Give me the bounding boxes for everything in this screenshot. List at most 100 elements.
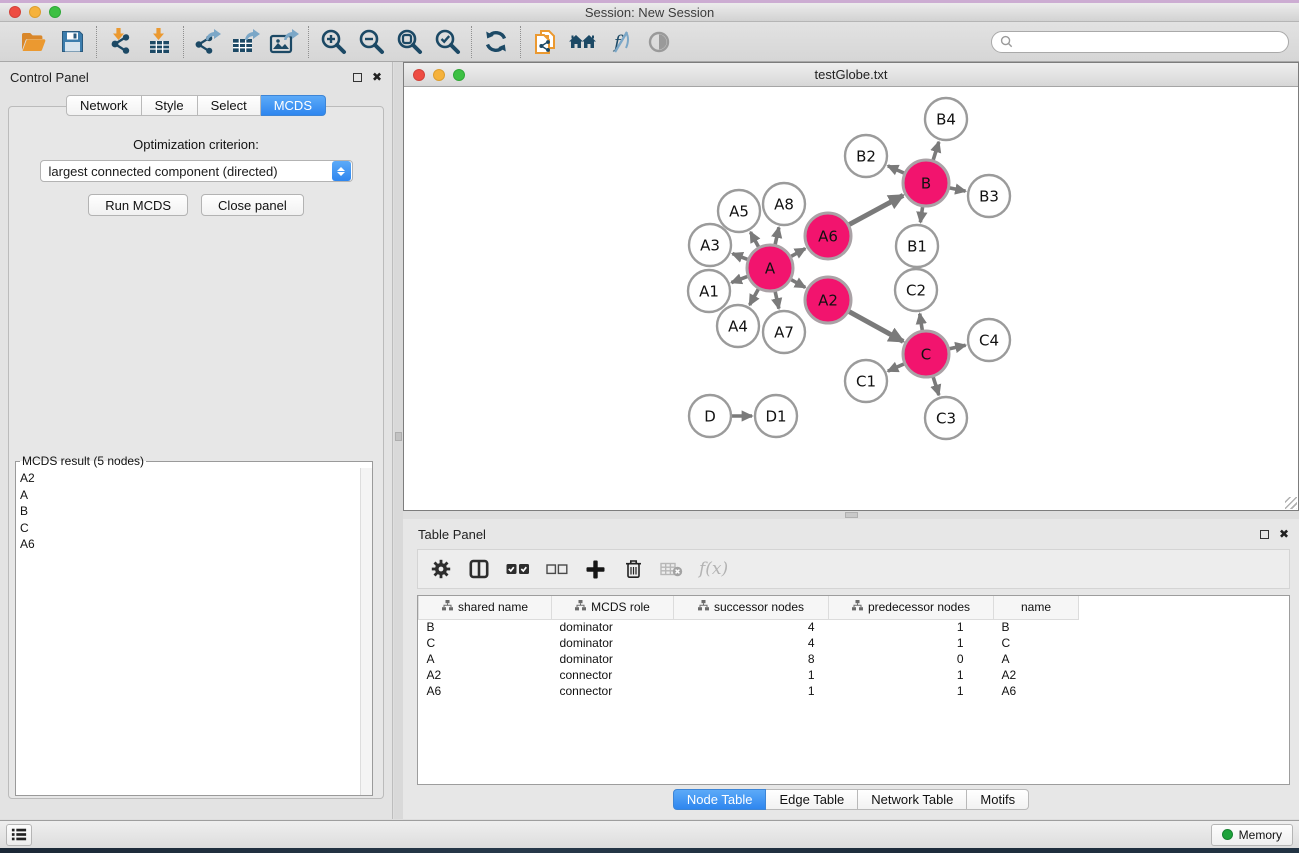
tab-mcds[interactable]: MCDS <box>261 95 326 116</box>
node-B[interactable]: B <box>903 160 949 206</box>
criterion-dropdown[interactable]: largest connected component (directed) <box>40 160 353 182</box>
node-B2[interactable]: B2 <box>845 135 887 177</box>
node-A2[interactable]: A2 <box>805 277 851 323</box>
table-cell[interactable]: 1 <box>829 667 994 683</box>
edge-C-C2[interactable] <box>920 314 923 331</box>
edge-C-C1[interactable] <box>888 364 904 371</box>
edge-A-A4[interactable] <box>750 289 759 305</box>
tab-style[interactable]: Style <box>142 95 198 116</box>
settings-icon[interactable] <box>430 557 452 581</box>
delete-icon[interactable] <box>622 557 644 581</box>
mcds-result-item[interactable]: C <box>20 520 360 537</box>
table-cell[interactable]: A <box>419 651 552 667</box>
columns-icon[interactable] <box>468 557 490 581</box>
edge-A-A2[interactable] <box>791 280 805 288</box>
node-C[interactable]: C <box>903 331 949 377</box>
network-graph[interactable]: AA1A2A3A4A5A6A7A8BB1B2B3B4CC1C2C3C4DD1 <box>404 87 1298 510</box>
table-cell[interactable]: B <box>419 619 552 635</box>
column-header-name[interactable]: name <box>994 596 1079 619</box>
edge-B-B3[interactable] <box>950 188 966 191</box>
float-panel-icon[interactable] <box>353 73 362 82</box>
column-header-successor-nodes[interactable]: successor nodes <box>674 596 829 619</box>
edge-A-A6[interactable] <box>791 249 805 257</box>
tab-select[interactable]: Select <box>198 95 261 116</box>
table-cell[interactable]: 4 <box>674 619 829 635</box>
table-cell[interactable]: dominator <box>552 651 674 667</box>
table-cell[interactable]: A6 <box>419 683 552 699</box>
eye-icon[interactable] <box>643 27 675 57</box>
horizontal-splitter-grip[interactable] <box>845 512 858 518</box>
add-icon[interactable] <box>584 557 606 581</box>
table-cell[interactable]: 0 <box>829 651 994 667</box>
edge-A-A3[interactable] <box>732 254 747 260</box>
close-panel-button[interactable]: Close panel <box>201 194 304 216</box>
close-panel-icon[interactable]: ✖ <box>372 73 382 82</box>
zoom-out-icon[interactable] <box>355 27 387 57</box>
network-canvas[interactable]: AA1A2A3A4A5A6A7A8BB1B2B3B4CC1C2C3C4DD1 <box>404 87 1298 510</box>
search-input[interactable] <box>1017 35 1280 49</box>
table-row[interactable]: Bdominator41B <box>419 619 1079 635</box>
mcds-result-item[interactable]: A6 <box>20 536 360 553</box>
edge-C-C3[interactable] <box>933 377 939 395</box>
open-file-icon[interactable] <box>18 27 50 57</box>
node-A5[interactable]: A5 <box>718 190 760 232</box>
table-cell[interactable]: B <box>994 619 1079 635</box>
node-A[interactable]: A <box>747 245 793 291</box>
edge-B-B2[interactable] <box>888 166 904 173</box>
task-history-button[interactable] <box>6 824 32 846</box>
export-table-icon[interactable] <box>230 27 262 57</box>
table-cell[interactable]: C <box>994 635 1079 651</box>
edge-A-A5[interactable] <box>750 232 758 247</box>
node-D[interactable]: D <box>689 395 731 437</box>
node-A6[interactable]: A6 <box>805 213 851 259</box>
table-cell[interactable]: A <box>994 651 1079 667</box>
export-network-icon[interactable] <box>192 27 224 57</box>
table-float-icon[interactable] <box>1260 530 1269 539</box>
node-C2[interactable]: C2 <box>895 269 937 311</box>
node-table[interactable]: shared nameMCDS rolesuccessor nodesprede… <box>417 595 1290 785</box>
node-B1[interactable]: B1 <box>896 225 938 267</box>
home-icon[interactable] <box>567 27 599 57</box>
edge-C-C4[interactable] <box>949 345 965 349</box>
edge-B-B4[interactable] <box>933 142 939 160</box>
memory-button[interactable]: Memory <box>1211 824 1293 846</box>
table-cell[interactable]: C <box>419 635 552 651</box>
table-row[interactable]: Cdominator41C <box>419 635 1079 651</box>
table-cell[interactable]: dominator <box>552 635 674 651</box>
table-cell[interactable]: 1 <box>829 619 994 635</box>
node-A3[interactable]: A3 <box>689 224 731 266</box>
import-table-icon[interactable] <box>143 27 175 57</box>
edge-B-B1[interactable] <box>920 207 922 222</box>
import-network-icon[interactable] <box>105 27 137 57</box>
node-C1[interactable]: C1 <box>845 360 887 402</box>
mcds-result-list[interactable]: A2ABCA6 <box>16 468 360 795</box>
table-cell[interactable]: A2 <box>994 667 1079 683</box>
export-image-icon[interactable] <box>268 27 300 57</box>
tab-node-table[interactable]: Node Table <box>673 789 767 810</box>
splitter-grip[interactable] <box>395 432 402 441</box>
zoom-fit-icon[interactable] <box>393 27 425 57</box>
node-C3[interactable]: C3 <box>925 397 967 439</box>
tab-edge-table[interactable]: Edge Table <box>766 789 858 810</box>
table-cell[interactable]: A6 <box>994 683 1079 699</box>
zoom-in-icon[interactable] <box>317 27 349 57</box>
clone-network-icon[interactable] <box>529 27 561 57</box>
tab-motifs[interactable]: Motifs <box>967 789 1029 810</box>
edge-A2-C[interactable] <box>849 312 903 342</box>
mcds-result-item[interactable]: A <box>20 487 360 504</box>
tab-network-table[interactable]: Network Table <box>858 789 967 810</box>
refresh-icon[interactable] <box>480 27 512 57</box>
deselect-all-icon[interactable] <box>546 557 568 581</box>
node-A1[interactable]: A1 <box>688 270 730 312</box>
node-A7[interactable]: A7 <box>763 311 805 353</box>
select-all-icon[interactable] <box>506 557 530 581</box>
node-B3[interactable]: B3 <box>968 175 1010 217</box>
node-B4[interactable]: B4 <box>925 98 967 140</box>
node-A8[interactable]: A8 <box>763 183 805 225</box>
edge-A-A1[interactable] <box>731 276 747 282</box>
table-cell[interactable]: A2 <box>419 667 552 683</box>
table-close-icon[interactable]: ✖ <box>1279 530 1289 539</box>
node-C4[interactable]: C4 <box>968 319 1010 361</box>
column-header-shared-name[interactable]: shared name <box>419 596 552 619</box>
edge-A6-B[interactable] <box>849 195 903 224</box>
